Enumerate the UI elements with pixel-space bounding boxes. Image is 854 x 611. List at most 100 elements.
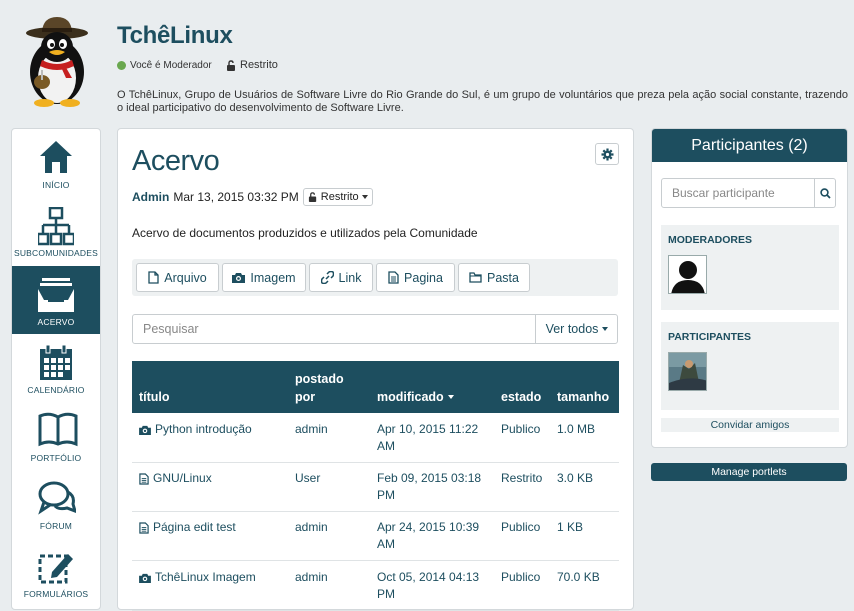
column-header-modified[interactable]: modificado [377, 388, 454, 406]
add-page-button[interactable]: Pagina [376, 263, 455, 292]
row-size: 1.0 MB [557, 422, 596, 436]
row-title-text: Página edit test [153, 520, 236, 534]
column-header-title[interactable]: título [139, 388, 170, 406]
book-icon [38, 412, 78, 447]
row-title-text: GNU/Linux [153, 471, 212, 485]
row-title-text: Python introdução [155, 422, 252, 436]
privacy-dropdown-label: Restrito [320, 191, 359, 203]
view-filter-label: Ver todos [545, 322, 599, 336]
participants-box: PARTICIPANTES [661, 322, 839, 410]
folder-meta: Admin Mar 13, 2015 03:32 PM Restrito [132, 188, 373, 206]
column-header-size[interactable]: tamanho [557, 388, 609, 406]
nav-item-formularios[interactable]: FORMULÁRIOS [12, 538, 100, 606]
moderator-badge-label: Você é Moderador [130, 60, 212, 71]
settings-button[interactable] [595, 143, 619, 165]
participant-search-input[interactable] [662, 179, 814, 207]
add-link-button[interactable]: Link [309, 263, 373, 292]
page-title: Acervo [132, 145, 220, 177]
participant-search-button[interactable] [814, 179, 836, 207]
row-modified: Apr 10, 2015 11:22 AM [377, 422, 479, 453]
unlock-icon [227, 59, 235, 71]
nav-item-forum[interactable]: FÓRUM [12, 470, 100, 538]
file-icon [148, 271, 159, 284]
moderators-heading: MODERADORES [668, 234, 753, 246]
moderators-box: MODERADORES [661, 225, 839, 310]
manage-portlets-button[interactable]: Manage portlets [651, 463, 847, 481]
table-row[interactable]: GNU/Linux User Feb 09, 2015 03:18 PM Rest… [132, 462, 619, 512]
group-logo [14, 14, 100, 108]
add-content-toolbar: Arquivo Imagem Link Pagina Pasta [132, 259, 618, 296]
folder-icon [469, 272, 482, 283]
table-row[interactable]: Python introdução admin Apr 10, 2015 11:… [132, 413, 619, 463]
add-folder-button[interactable]: Pasta [458, 263, 530, 292]
row-title[interactable]: Página edit test [139, 519, 236, 536]
avatar[interactable] [668, 255, 707, 294]
privacy-badge-label: Restrito [240, 59, 278, 71]
column-header-posted-line2: por [295, 390, 316, 404]
link-icon [320, 271, 334, 284]
page-icon [139, 472, 149, 485]
row-title-text: TchêLinux Imagem [155, 570, 256, 584]
nav-item-inicio[interactable]: INÍCIO [12, 129, 100, 197]
row-modified: Apr 24, 2015 10:39 AM [377, 520, 480, 551]
row-state: Restrito [501, 471, 543, 485]
default-user-silhouette [671, 261, 705, 293]
row-user: admin [295, 422, 328, 436]
nav-item-subcomunidades[interactable]: SUBCOMUNIDADES [12, 197, 100, 265]
avatar[interactable] [668, 352, 707, 391]
nav-item-portfolio[interactable]: PORTFÓLIO [12, 402, 100, 470]
check-circle-icon [117, 61, 126, 70]
content-search: Ver todos [132, 314, 618, 344]
sort-caret-icon [447, 395, 454, 399]
invite-friends-link[interactable]: Convidar amigos [661, 418, 839, 432]
calendar-icon [40, 344, 72, 380]
row-modified: Feb 09, 2015 03:18 PM [377, 471, 482, 502]
table-header: título postado por modificado estado tam… [132, 361, 619, 413]
folder-description: Acervo de documentos produzidos e utiliz… [132, 226, 478, 240]
privacy-badge: Restrito [226, 59, 278, 71]
group-description: O TchêLinux, Grupo de Usuários de Softwa… [117, 89, 848, 114]
row-state: Publico [501, 422, 541, 436]
form-edit-icon [38, 554, 73, 584]
row-title[interactable]: Python introdução [139, 421, 252, 438]
row-title[interactable]: TchêLinux Imagem [139, 569, 256, 586]
nav-item-label: INÍCIO [42, 180, 70, 190]
main-panel: Acervo Admin Mar 13, 2015 03:32 PM Restr… [117, 128, 634, 611]
column-header-posted[interactable]: postado por [295, 370, 344, 406]
author-link[interactable]: Admin [132, 190, 169, 204]
camera-icon [139, 425, 151, 435]
nav-item-label: SUBCOMUNIDADES [13, 248, 99, 258]
add-image-button[interactable]: Imagem [222, 263, 306, 292]
row-title[interactable]: GNU/Linux [139, 470, 212, 487]
add-link-label: Link [338, 270, 362, 285]
group-title: TchêLinux [117, 22, 233, 49]
row-user: admin [295, 520, 328, 534]
add-file-label: Arquivo [164, 270, 207, 285]
gear-icon [601, 148, 613, 160]
participant-photo [669, 353, 706, 390]
sidebar-nav: INÍCIO SUBCOMUNIDADES ACERVO CALENDÁRIO … [11, 128, 101, 610]
row-user: admin [295, 570, 328, 584]
add-image-label: Imagem [250, 270, 296, 285]
table-row[interactable]: TchêLinux Imagem admin Oct 05, 2014 04:1… [132, 561, 619, 611]
table-row[interactable]: Página edit test admin Apr 24, 2015 10:3… [132, 511, 619, 561]
search-input[interactable] [133, 315, 535, 343]
participants-heading: PARTICIPANTES [668, 331, 752, 343]
row-modified: Oct 05, 2014 04:13 PM [377, 570, 480, 601]
camera-icon [232, 273, 246, 283]
row-size: 3.0 KB [557, 471, 594, 485]
privacy-dropdown[interactable]: Restrito [302, 188, 373, 206]
sitemap-icon [38, 207, 74, 246]
add-file-button[interactable]: Arquivo [136, 263, 219, 292]
caret-down-icon [361, 195, 368, 199]
nav-item-acervo[interactable]: ACERVO [12, 266, 100, 334]
row-size: 70.0 KB [557, 570, 600, 584]
column-header-state[interactable]: estado [501, 388, 541, 406]
camera-icon [139, 573, 151, 583]
nav-item-label: PORTFÓLIO [30, 453, 82, 463]
nav-item-calendario[interactable]: CALENDÁRIO [12, 334, 100, 402]
row-user: User [295, 471, 321, 485]
row-size: 1 KB [557, 520, 584, 534]
nav-item-label: CALENDÁRIO [27, 385, 85, 395]
view-filter-dropdown[interactable]: Ver todos [535, 315, 618, 343]
